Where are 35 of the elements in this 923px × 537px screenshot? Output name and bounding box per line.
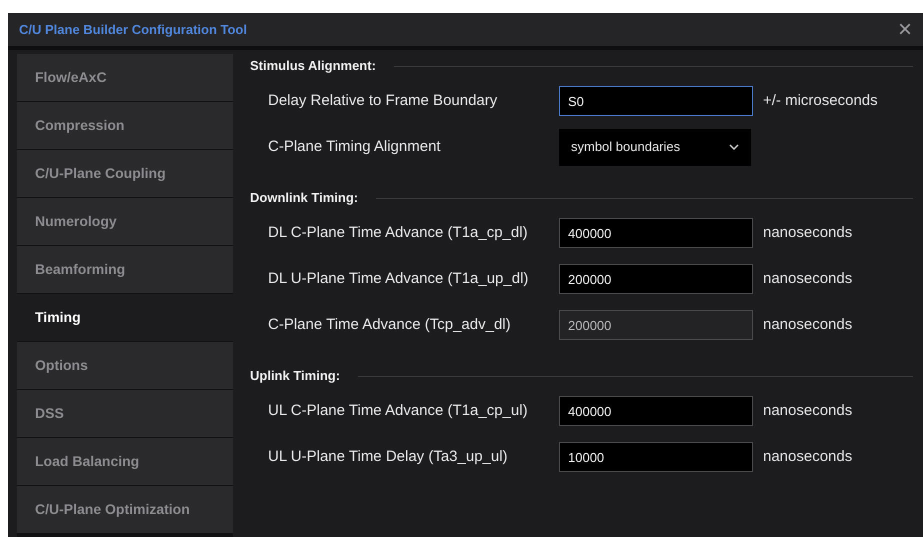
- number-field[interactable]: 400000: [559, 218, 753, 248]
- number-field[interactable]: 10000: [559, 442, 753, 472]
- field-label: DL C-Plane Time Advance (T1a_cp_dl): [267, 222, 529, 243]
- number-field[interactable]: 200000: [559, 264, 753, 294]
- unit-label: nanoseconds: [763, 268, 852, 289]
- section-heading: Downlink Timing:: [250, 189, 358, 208]
- alignment-dropdown[interactable]: symbol boundaries: [559, 128, 751, 166]
- sidebar-tab[interactable]: Options: [17, 342, 233, 389]
- unit-label: nanoseconds: [763, 400, 852, 421]
- sidebar-tab[interactable]: Compression: [17, 102, 233, 149]
- close-button[interactable]: ×: [898, 18, 912, 42]
- field-label: C-Plane Time Advance (Tcp_adv_dl): [267, 314, 512, 335]
- sidebar-tab[interactable]: Beamforming: [17, 246, 233, 293]
- field-label: UL U-Plane Time Delay (Ta3_up_ul): [267, 446, 509, 467]
- number-field[interactable]: 400000: [559, 396, 753, 426]
- sidebar-tab[interactable]: Numerology: [17, 198, 233, 245]
- sidebar-tab[interactable]: Timing: [17, 294, 233, 341]
- unit-label: nanoseconds: [763, 222, 852, 243]
- section-heading: Uplink Timing:: [250, 367, 340, 386]
- unit-label: nanoseconds: [763, 314, 852, 335]
- unit-label: nanoseconds: [763, 446, 852, 467]
- sidebar-tab[interactable]: C/U-Plane Optimization: [17, 486, 233, 533]
- number-field[interactable]: S0: [559, 86, 753, 116]
- field-label: C-Plane Timing Alignment: [267, 136, 442, 157]
- window-title: C/U Plane Builder Configuration Tool: [19, 20, 247, 39]
- sidebar-tab[interactable]: Load Balancing: [17, 438, 233, 485]
- sidebar-tab[interactable]: C/U-Plane Coupling: [17, 150, 233, 197]
- unit-label: +/- microseconds: [763, 90, 878, 111]
- chevron-down-icon: [729, 144, 739, 150]
- field-label: Delay Relative to Frame Boundary: [267, 90, 498, 111]
- field-label: UL C-Plane Time Advance (T1a_cp_ul): [267, 400, 529, 421]
- sidebar-tab[interactable]: DSS: [17, 390, 233, 437]
- sidebar-tab[interactable]: Flow/eAxC: [17, 54, 233, 101]
- field-label: DL U-Plane Time Advance (T1a_up_dl): [267, 268, 530, 289]
- section-heading: Stimulus Alignment:: [250, 57, 376, 76]
